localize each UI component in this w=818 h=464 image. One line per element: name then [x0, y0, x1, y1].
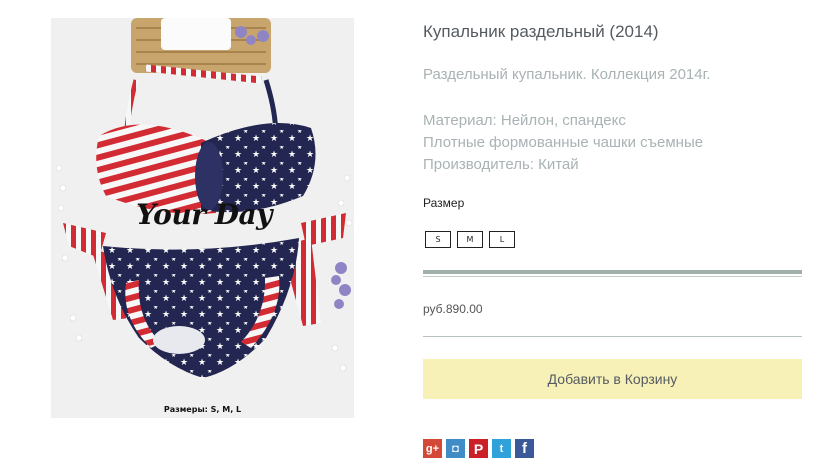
- size-option-m[interactable]: M: [457, 231, 483, 248]
- product-description: Раздельный купальник. Коллекция 2014г.: [423, 66, 711, 83]
- product-image[interactable]: ★ ★: [51, 18, 354, 418]
- size-selector: S M L: [425, 231, 515, 248]
- twitter-icon[interactable]: t: [492, 439, 511, 458]
- google-plus-icon[interactable]: g+: [423, 439, 442, 458]
- product-specs: Материал: Нейлон, спандекс Плотные формо…: [423, 110, 703, 176]
- pinterest-icon[interactable]: P: [469, 439, 488, 458]
- image-caption: Размеры: S, M, L: [163, 405, 242, 414]
- share-icons: g+ ◘ P t f: [423, 439, 534, 458]
- product-title: Купальник раздельный (2014): [423, 22, 659, 41]
- spec-manufacturer: Производитель: Китай: [423, 156, 579, 173]
- divider: [423, 336, 802, 337]
- divider: [423, 276, 802, 277]
- size-label: Размер: [423, 196, 465, 210]
- divider: [423, 270, 802, 274]
- size-option-s[interactable]: S: [425, 231, 451, 248]
- spec-cups: Плотные формованные чашки съемные: [423, 134, 704, 151]
- instagram-icon[interactable]: ◘: [446, 439, 465, 458]
- spec-material: Материал: Нейлон, спандекс: [423, 112, 626, 129]
- facebook-icon[interactable]: f: [515, 439, 534, 458]
- add-to-cart-button[interactable]: Добавить в Корзину: [423, 359, 802, 399]
- product-price: руб.890.00: [423, 302, 483, 316]
- brand-watermark: Your Day: [136, 198, 272, 231]
- size-option-l[interactable]: L: [489, 231, 515, 248]
